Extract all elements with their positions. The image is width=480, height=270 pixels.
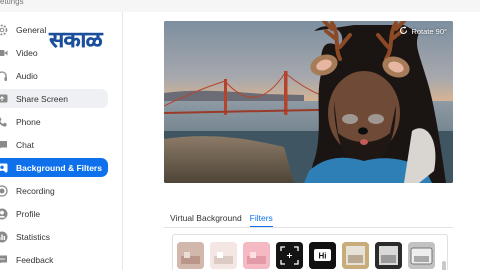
sidebar-item-label: Recording: [16, 185, 55, 196]
rotate-button[interactable]: Rotate 90°: [399, 26, 447, 37]
sidebar-item-chat[interactable]: Chat: [0, 135, 108, 154]
tab-virtual-background[interactable]: Virtual Background: [170, 213, 242, 227]
sidebar-item-background-filters[interactable]: Background & Filters: [0, 158, 108, 177]
filter-pink[interactable]: [243, 242, 270, 269]
tabs-divider: [164, 227, 453, 228]
window-title: ettings: [0, 0, 24, 6]
sidebar-item-label: Phone: [16, 116, 41, 127]
filters-grid: Hi: [172, 234, 448, 270]
background-tabs: Virtual Background Filters: [170, 213, 273, 227]
sidebar-item-statistics[interactable]: Statistics: [0, 227, 108, 246]
camera-preview-image: [164, 21, 453, 183]
sidebar-item-phone[interactable]: Phone: [0, 112, 108, 131]
gear-icon: [0, 24, 8, 36]
sidebar-item-audio[interactable]: Audio: [0, 66, 108, 85]
chat-icon: [0, 139, 8, 151]
phone-icon: [0, 116, 8, 128]
share-screen-icon: [0, 93, 8, 105]
tab-filters[interactable]: Filters: [249, 213, 273, 227]
sidebar-item-profile[interactable]: Profile: [0, 204, 108, 223]
sidebar-item-label: Share Screen: [16, 93, 68, 104]
sidebar-item-label: Profile: [16, 208, 41, 219]
filter-dark-frame[interactable]: [375, 242, 402, 269]
feedback-icon: [0, 254, 8, 266]
profile-icon: [0, 208, 8, 220]
sidebar-item-label: Statistics: [16, 231, 51, 242]
rotate-icon: [399, 26, 408, 37]
sidebar-item-label: Feedback: [16, 254, 54, 265]
headphones-icon: [0, 70, 8, 82]
filter-tv-frame[interactable]: [408, 242, 435, 269]
sidebar-item-label: Video: [16, 47, 38, 58]
filter-viewfinder[interactable]: [276, 242, 303, 269]
sidebar-item-label: Audio: [16, 70, 38, 81]
filter-hi-label: Hi: [319, 251, 327, 260]
sidebar-item-recording[interactable]: Recording: [0, 181, 108, 200]
rotate-label: Rotate 90°: [411, 27, 447, 36]
sidebar-item-feedback[interactable]: Feedback: [0, 250, 108, 269]
window-titlebar: ettings: [0, 0, 480, 12]
recording-icon: [0, 184, 8, 197]
video-camera-icon: [0, 47, 8, 59]
sidebar-item-label: Background & Filters: [16, 162, 102, 173]
filter-soft-light[interactable]: [210, 242, 237, 269]
filter-gold-frame[interactable]: [342, 242, 369, 269]
newspaper-logo: सकाळ: [49, 28, 102, 53]
filter-warm-tone[interactable]: [177, 242, 204, 269]
sidebar-item-label: Chat: [16, 139, 34, 150]
filter-hi-sticker[interactable]: Hi: [309, 242, 336, 269]
background-filters-icon: [0, 162, 8, 174]
statistics-icon: [0, 231, 8, 243]
sidebar-item-share-screen[interactable]: Share Screen: [0, 89, 108, 108]
sidebar-item-label: General: [16, 24, 47, 35]
camera-preview: Rotate 90°: [164, 21, 453, 183]
filters-scrollbar[interactable]: [442, 261, 446, 270]
